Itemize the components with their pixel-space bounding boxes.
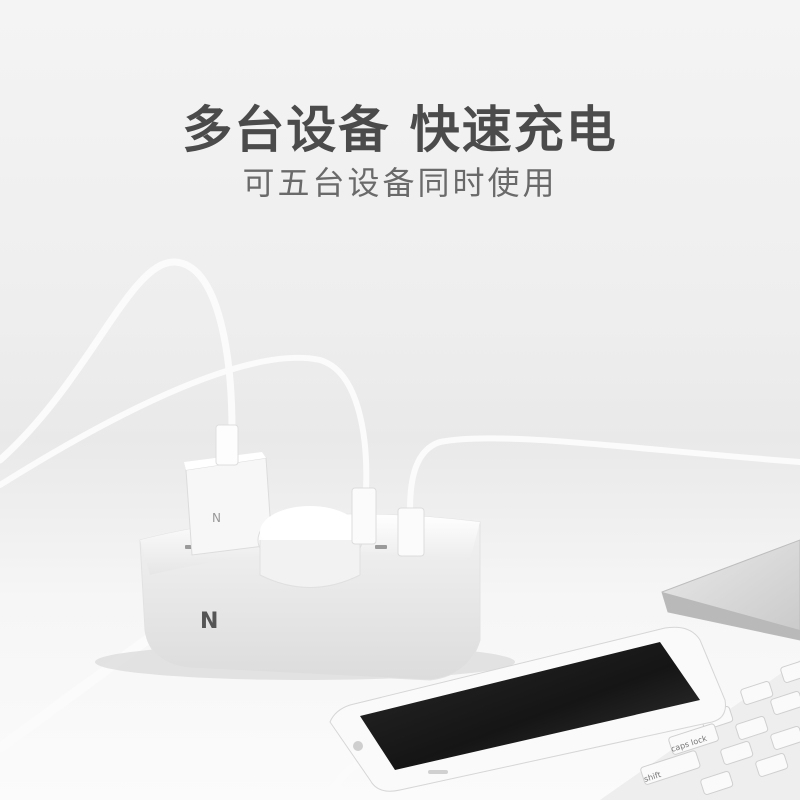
svg-text:N: N	[212, 511, 221, 525]
cable-left-top	[0, 258, 236, 464]
headline: 多台设备 快速充电	[182, 101, 618, 159]
laptop	[661, 539, 800, 641]
brand-logo: N	[200, 609, 218, 634]
cable-right	[407, 435, 800, 513]
cable-left-mid	[0, 354, 370, 493]
round-plug	[257, 506, 363, 588]
product-photo: N N caps lock shift 多台设备 快速充电 可五台设备同时使用	[0, 0, 800, 800]
subheadline: 可五台设备同时使用	[242, 164, 558, 202]
